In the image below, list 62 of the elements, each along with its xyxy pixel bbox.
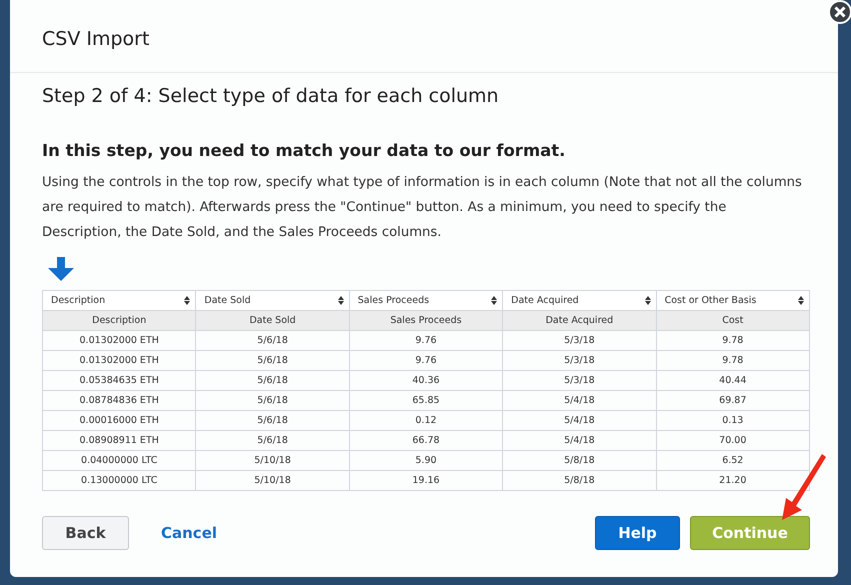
table-cell: 5/4/18 [502,390,656,410]
sort-arrows-icon [798,296,804,305]
table-cell: 9.76 [349,350,503,370]
sort-arrows-icon [338,296,344,305]
table-cell: 40.44 [656,370,810,390]
table-cell: 5/6/18 [196,430,350,450]
table-cell: 0.08908911 ETH [42,430,196,450]
table-cell: 0.05384635 ETH [42,370,196,390]
column-header: Date Sold [196,310,350,330]
column-type-select[interactable]: Date Acquired [503,291,656,310]
step-heading: In this step, you need to match your data to our format. [42,141,566,160]
table-cell: 19.16 [349,470,503,490]
table-cell: 70.00 [656,430,810,450]
table-cell: 40.36 [349,370,503,390]
table-cell: 5/6/18 [196,330,350,350]
table-cell: 5.90 [349,450,503,470]
sort-arrows-icon [644,296,651,305]
column-type-select[interactable]: Cost or Other Basis [656,291,809,310]
table-cell: 5/3/18 [502,370,656,390]
column-type-select[interactable]: Date Sold [196,291,349,310]
table-cell: 5/6/18 [196,350,350,370]
column-type-select[interactable]: Description [43,291,196,310]
table-cell: 0.13000000 LTC [42,470,196,490]
table-cell: 0.13 [656,410,810,430]
table-cell: 5/6/18 [196,370,350,390]
table-cell: 0.12 [349,410,503,430]
table-cell: 69.87 [656,390,810,410]
column-header: Cost [656,310,810,330]
table-cell: 0.08784836 ETH [42,390,196,410]
help-button[interactable]: Help [595,516,680,550]
table-cell: 9.78 [656,350,810,370]
table-cell: 0.04000000 LTC [42,450,196,470]
close-icon[interactable] [828,0,851,24]
table-cell: 5/6/18 [196,410,350,430]
column-header: Description [42,310,196,330]
table-cell: 5/6/18 [196,390,350,410]
table-cell: 5/10/18 [196,470,350,490]
table-cell: 5/4/18 [502,410,656,430]
sort-arrows-icon [184,296,190,305]
instructions-text: Using the controls in the top row, specify what type of information is in each column (Note that not all the columns are required to match). Afterwards press the "Continue" button. As a minimum, you need to specify the Description, the Date Sold, and the Sales Proceeds columns. [42,174,803,242]
step-title: Step 2 of 4: Select type of data for each column [42,85,500,107]
table-cell: 5/8/18 [502,470,656,490]
table-cell: 0.01302000 ETH [42,350,196,370]
back-button[interactable]: Back [42,516,129,550]
table-cell: 65.85 [349,390,503,410]
table-cell: 9.76 [349,330,503,350]
table-cell: 0.01302000 ETH [42,330,196,350]
table-cell: 5/4/18 [502,430,656,450]
table-cell: 6.52 [656,450,810,470]
down-arrow-icon [48,257,74,281]
column-header: Sales Proceeds [349,310,503,330]
column-type-select[interactable]: Sales Proceeds [350,291,502,310]
table-cell: 0.00016000 ETH [42,410,196,430]
table-cell: 66.78 [349,430,503,450]
column-header: Date Acquired [502,310,656,330]
table-cell: 5/8/18 [502,450,656,470]
table-cell: 5/3/18 [502,330,656,350]
table-cell: 5/10/18 [196,450,350,470]
cancel-link[interactable]: Cancel [139,516,240,550]
sort-arrows-icon [491,296,498,305]
table-cell: 5/3/18 [502,350,656,370]
table-cell: 9.78 [656,330,810,350]
